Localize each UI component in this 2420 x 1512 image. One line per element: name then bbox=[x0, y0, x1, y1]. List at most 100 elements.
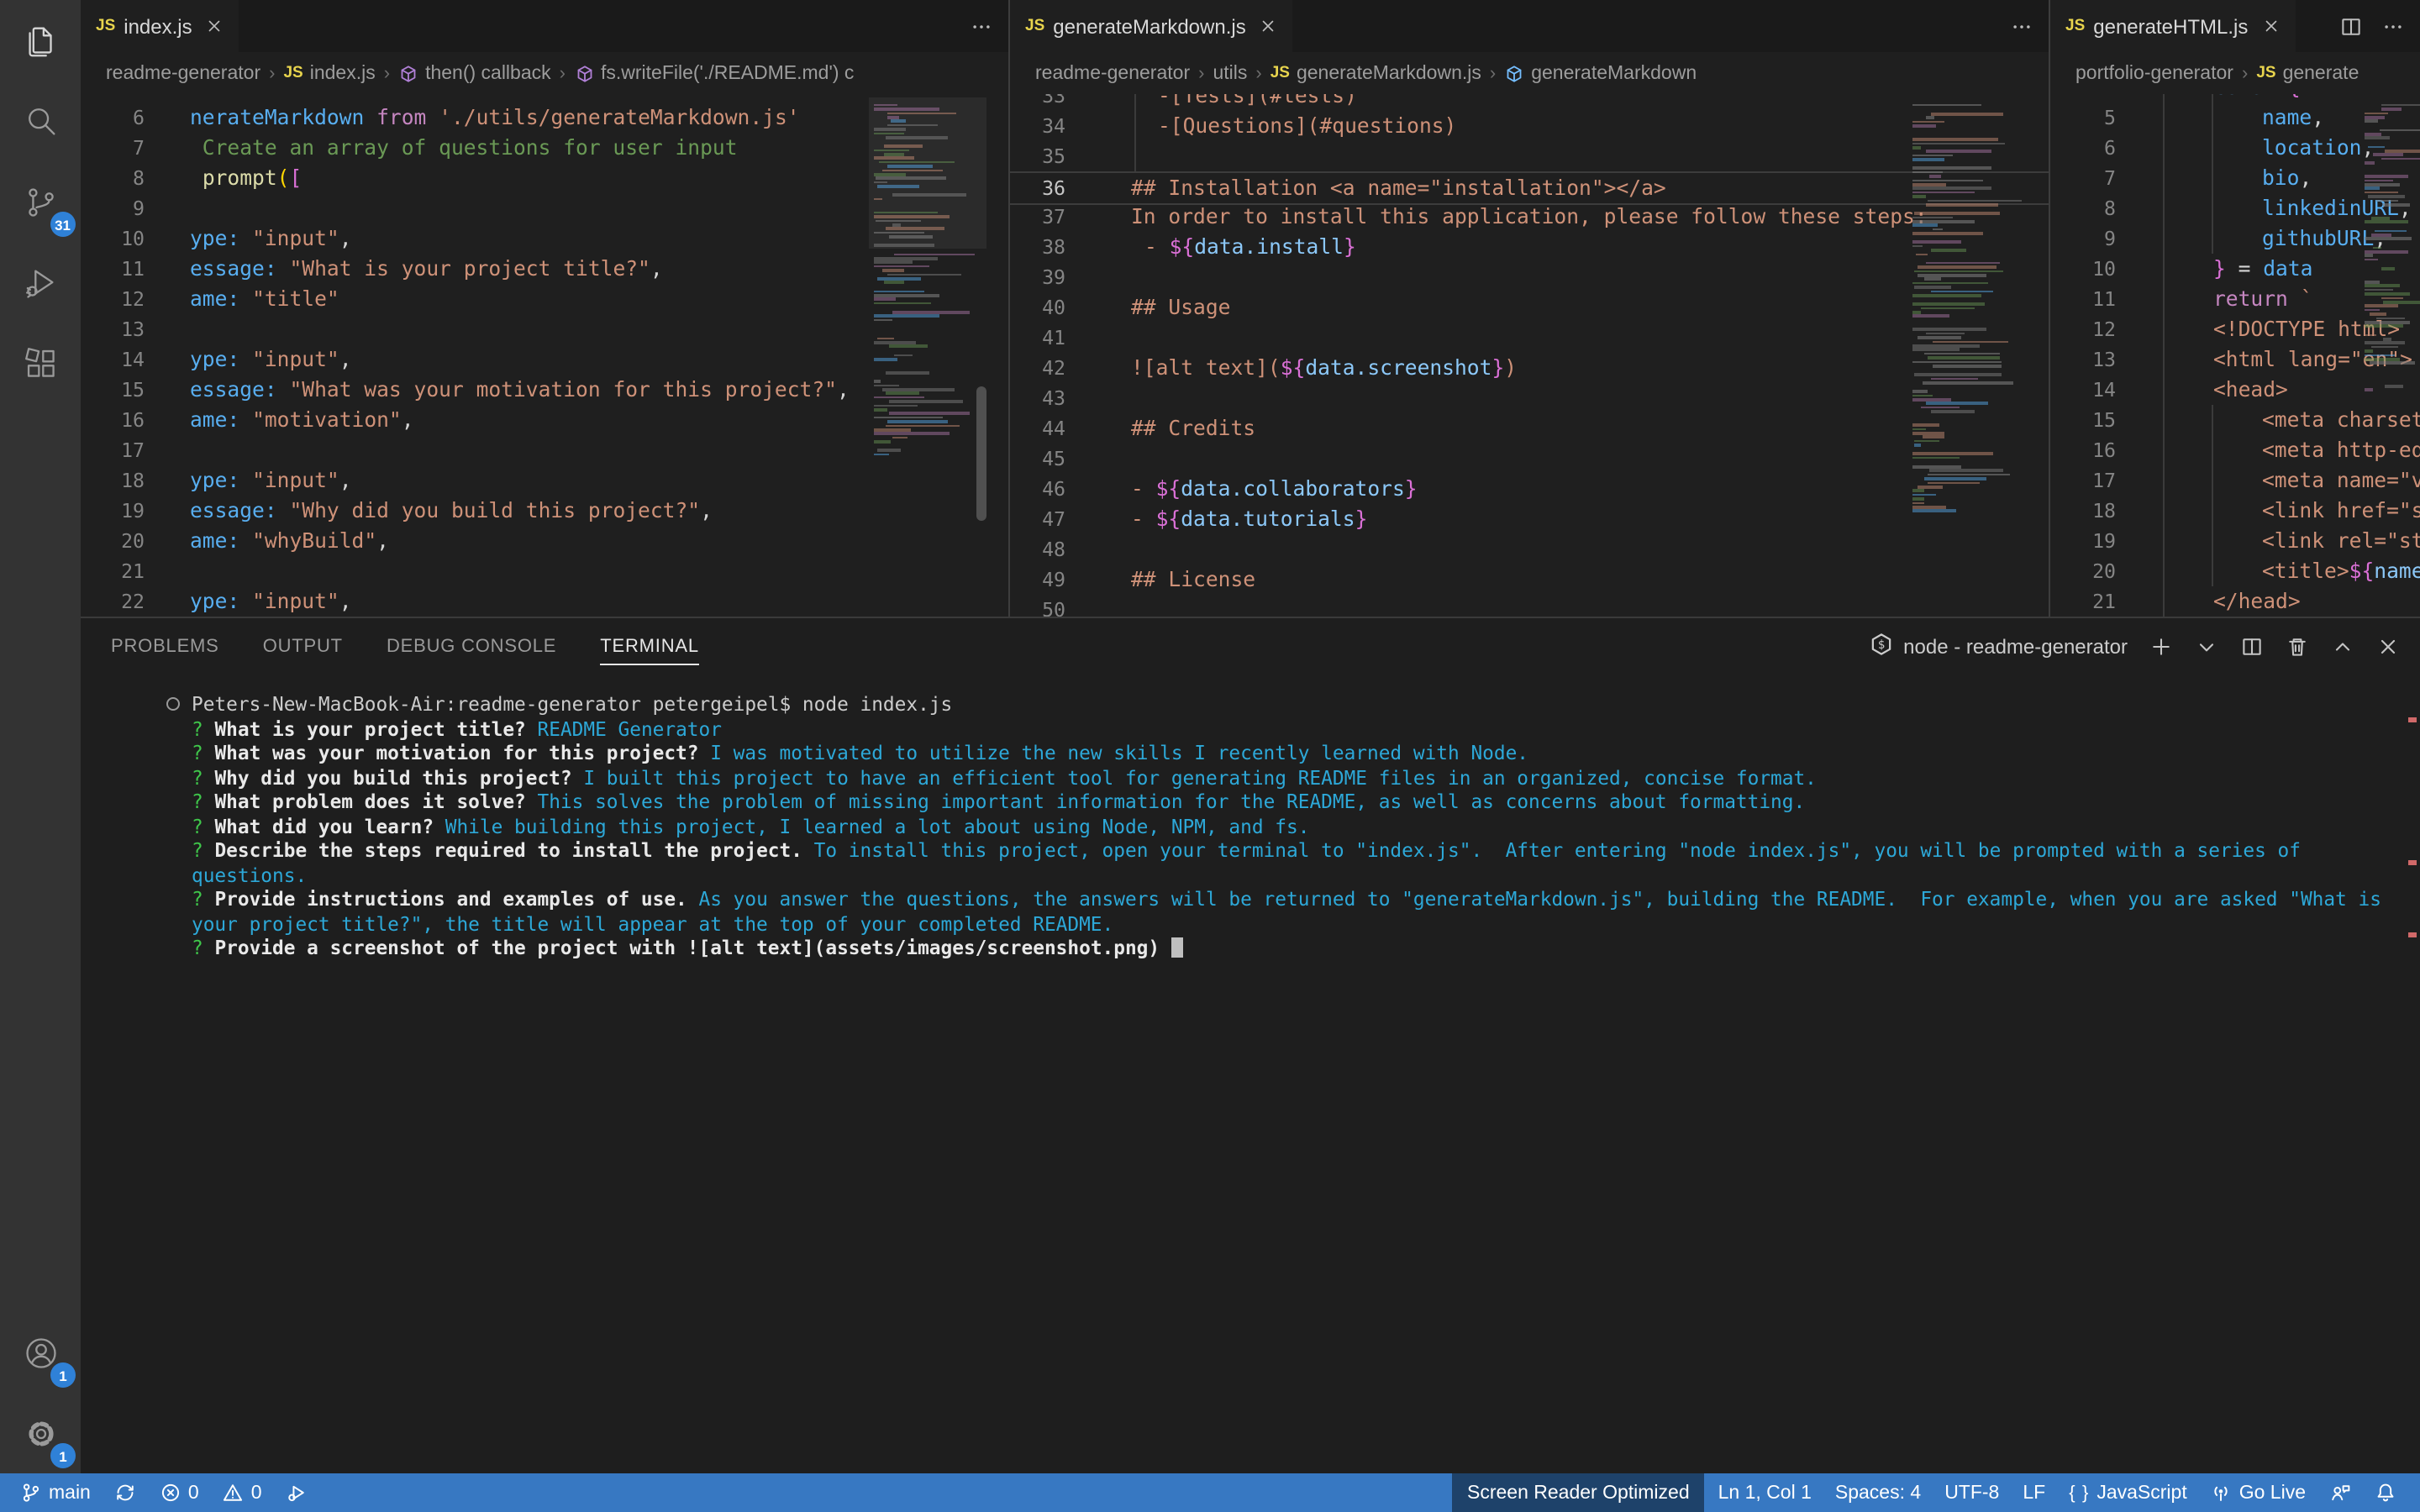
panel-tab-terminal[interactable]: TERMINAL bbox=[600, 627, 699, 665]
code-line[interactable]: 45 bbox=[1010, 444, 2049, 474]
code-text: location, bbox=[2262, 136, 2375, 160]
line-number: 15 bbox=[121, 378, 145, 402]
status-item-feedback[interactable] bbox=[2319, 1473, 2361, 1512]
line-number: 15 bbox=[2092, 408, 2116, 432]
line-number: 6 bbox=[133, 106, 145, 129]
maximize-panel-icon[interactable] bbox=[2331, 634, 2354, 658]
status-label: 0 bbox=[250, 1483, 262, 1503]
line-number: 20 bbox=[121, 529, 145, 553]
close-tab-icon[interactable] bbox=[2261, 17, 2280, 35]
minimap[interactable] bbox=[2360, 94, 2420, 617]
panel-tab-debug-console[interactable]: DEBUG CONSOLE bbox=[387, 627, 556, 665]
minimap[interactable] bbox=[1907, 94, 2039, 617]
code-line[interactable]: 39 bbox=[1010, 262, 2049, 292]
breadcrumb-item[interactable]: portfolio-generator bbox=[2075, 63, 2233, 83]
status-item-indentation[interactable]: Spaces: 4 bbox=[1825, 1473, 1931, 1512]
breadcrumb-item[interactable]: generateMarkdown bbox=[1504, 63, 1697, 83]
code-line[interactable]: 49 ## License bbox=[1010, 564, 2049, 595]
code-line[interactable]: 37 In order to install this application, … bbox=[1010, 202, 2049, 232]
panel-tab-output[interactable]: OUTPUT bbox=[263, 627, 343, 665]
breadcrumb-item[interactable]: utils bbox=[1213, 63, 1247, 83]
code-line[interactable]: 35 bbox=[1010, 141, 2049, 171]
line-number: 49 bbox=[1042, 568, 1065, 591]
terminal-line: Peters-New-MacBook-Air:readme-generator … bbox=[166, 692, 2396, 717]
status-item-debug-status[interactable] bbox=[276, 1473, 318, 1512]
code-line[interactable]: 50 bbox=[1010, 595, 2049, 617]
code-line[interactable]: 42 ![alt text](${data.screenshot}) bbox=[1010, 353, 2049, 383]
command-decoration-icon[interactable] bbox=[166, 697, 180, 711]
terminal-label: node - readme-generator bbox=[1903, 634, 2128, 658]
code-line[interactable]: 40 ## Usage bbox=[1010, 292, 2049, 323]
line-number: 18 bbox=[2092, 499, 2116, 522]
breadcrumb-item[interactable]: JS index.js bbox=[283, 63, 375, 83]
code-line[interactable]: 46 - ${data.collaborators} bbox=[1010, 474, 2049, 504]
code-line[interactable]: 38 - ${data.install} bbox=[1010, 232, 2049, 262]
activity-item-settings[interactable]: 1 bbox=[0, 1393, 81, 1473]
status-item-error-count[interactable]: 0 bbox=[150, 1473, 209, 1512]
status-item-language-mode[interactable]: { } JavaScript bbox=[2059, 1473, 2197, 1512]
breadcrumb-item[interactable]: fs.writeFile('./README.md') c bbox=[574, 63, 854, 83]
status-item-screen-reader-mode[interactable]: Screen Reader Optimized bbox=[1452, 1473, 1705, 1512]
kill-terminal-icon[interactable] bbox=[2286, 634, 2309, 658]
activity-item-explorer[interactable] bbox=[0, 0, 81, 81]
status-label: main bbox=[49, 1483, 91, 1503]
status-label: JavaScript bbox=[2096, 1483, 2187, 1503]
code-text: ame: "whyBuild", bbox=[190, 529, 389, 553]
terminal-selector[interactable]: $ node - readme-generator bbox=[1868, 631, 2128, 661]
status-item-git-branch-status[interactable]: main bbox=[10, 1473, 101, 1512]
close-tab-icon[interactable] bbox=[206, 17, 224, 35]
breadcrumb-item[interactable]: JS generateMarkdown.js bbox=[1270, 63, 1481, 83]
minimap[interactable] bbox=[869, 94, 986, 617]
scrollbar-handle[interactable] bbox=[976, 386, 986, 521]
close-panel-icon[interactable] bbox=[2376, 634, 2400, 658]
code-line[interactable]: 36 ## Installation <a name="installation"… bbox=[1010, 171, 2049, 205]
launch-profile-icon[interactable] bbox=[2195, 634, 2218, 658]
status-item-sync-status[interactable] bbox=[104, 1473, 146, 1512]
tab-index-js[interactable]: JS index.js bbox=[81, 0, 239, 52]
split-terminal-icon[interactable] bbox=[2240, 634, 2264, 658]
breadcrumb-item[interactable]: readme-generator bbox=[106, 63, 260, 83]
line-number: 35 bbox=[1042, 144, 1065, 168]
terminal-output[interactable]: Peters-New-MacBook-Air:readme-generator … bbox=[166, 692, 2396, 960]
code-text: name, bbox=[2262, 106, 2325, 129]
new-terminal-icon[interactable] bbox=[2149, 634, 2173, 658]
breadcrumb-item[interactable]: readme-generator bbox=[1035, 63, 1190, 83]
line-number: 10 bbox=[121, 227, 145, 250]
status-item-cursor-position[interactable]: Ln 1, Col 1 bbox=[1708, 1473, 1822, 1512]
panel-tab-problems[interactable]: PROBLEMS bbox=[111, 627, 219, 665]
status-item-go-live[interactable]: Go Live bbox=[2201, 1473, 2316, 1512]
badge: 1 bbox=[50, 1443, 76, 1468]
status-item-notifications[interactable] bbox=[2365, 1473, 2407, 1512]
code-text: ## Usage bbox=[1131, 296, 1231, 319]
more-actions-icon[interactable] bbox=[970, 14, 993, 38]
code-line[interactable]: 43 bbox=[1010, 383, 2049, 413]
activity-item-search[interactable] bbox=[0, 81, 81, 161]
status-item-warning-count[interactable]: 0 bbox=[213, 1473, 272, 1512]
tab-generate-markdown-js[interactable]: JS generateMarkdown.js bbox=[1010, 0, 1293, 52]
more-actions-icon[interactable] bbox=[2381, 14, 2405, 38]
notifications-icon bbox=[2375, 1482, 2396, 1504]
breadcrumb-item[interactable]: JS generate bbox=[2256, 63, 2359, 83]
tab-generate-html-js[interactable]: JS generateHTML.js bbox=[2050, 0, 2296, 52]
code-line[interactable]: 44 ## Credits bbox=[1010, 413, 2049, 444]
line-number: 6 bbox=[2104, 136, 2116, 160]
code-editor-generate-markdown-js[interactable]: 33 -[Tests](#tests) 34 -[Questions](#questi… bbox=[1010, 94, 2049, 617]
line-number: 17 bbox=[121, 438, 145, 462]
activity-item-source-control[interactable]: 31 bbox=[0, 161, 81, 242]
activity-item-run-and-debug[interactable] bbox=[0, 242, 81, 323]
code-line[interactable]: 41 bbox=[1010, 323, 2049, 353]
status-item-encoding[interactable]: UTF-8 bbox=[1934, 1473, 2009, 1512]
close-tab-icon[interactable] bbox=[1260, 17, 1278, 35]
more-actions-icon[interactable] bbox=[2010, 14, 2033, 38]
code-line[interactable]: 33 -[Tests](#tests) bbox=[1010, 94, 2049, 111]
code-line[interactable]: 34 -[Questions](#questions) bbox=[1010, 111, 2049, 141]
split-editor-icon[interactable] bbox=[2339, 14, 2363, 38]
code-line[interactable]: 47 - ${data.tutorials} bbox=[1010, 504, 2049, 534]
activity-item-extensions[interactable] bbox=[0, 323, 81, 403]
line-number: 7 bbox=[2104, 166, 2116, 190]
activity-item-accounts[interactable]: 1 bbox=[0, 1312, 81, 1393]
line-number: 17 bbox=[2092, 469, 2116, 492]
breadcrumb-item[interactable]: then() callback bbox=[398, 63, 551, 83]
code-line[interactable]: 48 bbox=[1010, 534, 2049, 564]
status-item-eol[interactable]: LF bbox=[2012, 1473, 2055, 1512]
